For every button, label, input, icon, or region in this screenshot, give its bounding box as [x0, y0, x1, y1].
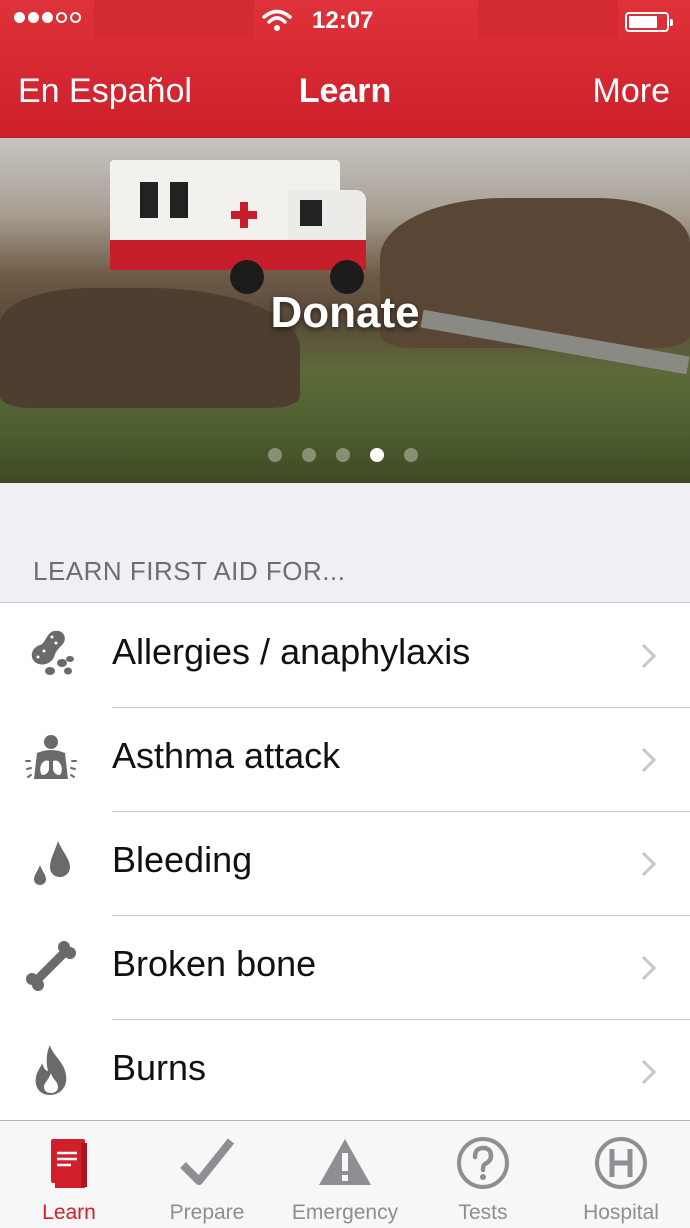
redacted-area [94, 0, 254, 38]
bone-icon [26, 941, 76, 991]
section-header: LEARN FIRST AID FOR... [33, 556, 346, 586]
page-dot[interactable] [336, 448, 350, 462]
chevron-right-icon [641, 1059, 657, 1085]
list-item-asthma[interactable]: Asthma attack [0, 707, 690, 811]
tab-emergency[interactable]: Emergency [276, 1121, 414, 1228]
tab-tests[interactable]: Tests [414, 1121, 552, 1228]
chevron-right-icon [641, 955, 657, 981]
warning-icon [319, 1139, 371, 1185]
donate-banner[interactable]: Donate [0, 138, 690, 483]
tab-learn[interactable]: Learn [0, 1121, 138, 1228]
tab-label: Tests [458, 1201, 508, 1224]
list-item-label: Asthma attack [112, 735, 341, 776]
blood-drop-icon [34, 841, 70, 885]
chevron-right-icon [641, 851, 657, 877]
ambulance-image [110, 160, 366, 300]
battery-icon [625, 12, 673, 32]
page-dot[interactable] [404, 448, 418, 462]
page-dot[interactable] [268, 448, 282, 462]
page-dot[interactable] [302, 448, 316, 462]
book-icon [51, 1139, 87, 1188]
tab-label: Hospital [583, 1201, 659, 1224]
page-dot-active[interactable] [370, 448, 384, 462]
chevron-right-icon [641, 747, 657, 773]
flame-icon [35, 1045, 67, 1095]
chevron-right-icon [641, 643, 657, 669]
signal-strength-icon [14, 12, 81, 23]
list-item-broken-bone[interactable]: Broken bone [0, 915, 690, 1019]
spanish-language-button[interactable]: En Español [18, 72, 192, 111]
status-bar: 12:07 [0, 0, 690, 44]
redacted-area [478, 0, 618, 38]
tab-label: Emergency [291, 1201, 399, 1224]
status-time: 12:07 [312, 7, 374, 34]
app-header: 12:07 En Español Learn More [0, 0, 690, 138]
list-item-label: Bleeding [112, 839, 253, 880]
first-aid-list: Allergies / anaphylaxis Asthma attack Bl… [0, 602, 690, 1123]
tab-hospital[interactable]: Hospital [552, 1121, 690, 1228]
wifi-icon [262, 9, 292, 31]
list-item-burns[interactable]: Burns [0, 1019, 690, 1123]
list-item-allergies[interactable]: Allergies / anaphylaxis [0, 603, 690, 707]
list-item-label: Burns [112, 1047, 207, 1088]
question-icon [457, 1137, 509, 1189]
hero-title: Donate [270, 288, 420, 337]
list-item-label: Allergies / anaphylaxis [112, 631, 471, 672]
tab-prepare[interactable]: Prepare [138, 1121, 276, 1228]
checkmark-icon [180, 1138, 235, 1185]
lungs-icon [25, 735, 77, 779]
peanut-icon [31, 630, 74, 675]
page-indicator[interactable] [268, 448, 418, 462]
list-item-label: Broken bone [112, 943, 317, 984]
more-button[interactable]: More [593, 72, 670, 111]
tab-label: Learn [42, 1201, 96, 1224]
tab-label: Prepare [169, 1201, 245, 1224]
tab-bar: Learn Prepare Emergency Tests Hospital [0, 1120, 690, 1228]
hospital-icon [595, 1137, 647, 1189]
list-item-bleeding[interactable]: Bleeding [0, 811, 690, 915]
